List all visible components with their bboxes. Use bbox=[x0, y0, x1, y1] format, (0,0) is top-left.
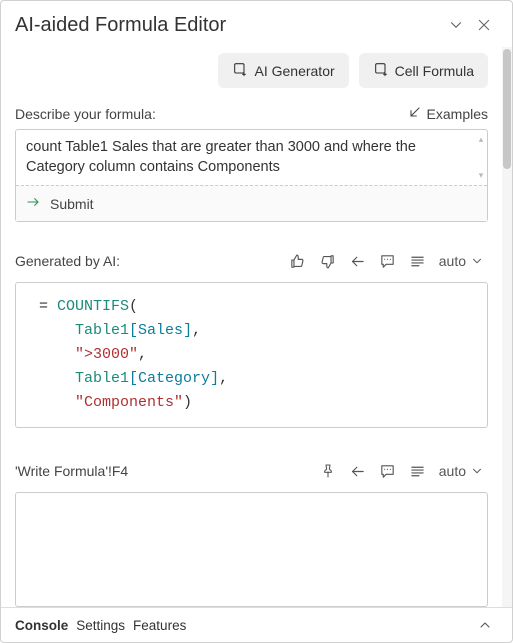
submit-button[interactable]: Submit bbox=[16, 185, 487, 221]
submit-arrow-icon bbox=[26, 194, 42, 213]
auto-dropdown[interactable]: auto bbox=[435, 253, 488, 269]
ai-generator-label: AI Generator bbox=[254, 63, 334, 79]
top-toolbar: AI Generator Cell Formula bbox=[15, 53, 488, 88]
format-button-2[interactable] bbox=[405, 458, 431, 484]
tab-features[interactable]: Features bbox=[133, 618, 186, 633]
examples-label: Examples bbox=[427, 106, 488, 122]
footer-tabs: Console Settings Features bbox=[1, 607, 512, 642]
comment-button[interactable] bbox=[375, 248, 401, 274]
content-wrap: AI Generator Cell Formula Describe your … bbox=[1, 47, 512, 607]
close-button[interactable] bbox=[470, 11, 498, 39]
tab-console[interactable]: Console bbox=[15, 618, 68, 633]
textarea-scroll[interactable]: ▴ ▾ bbox=[477, 134, 485, 181]
thumbs-up-button[interactable] bbox=[285, 248, 311, 274]
describe-input-box: count Table1 Sales that are greater than… bbox=[15, 129, 488, 222]
generated-code[interactable]: = COUNTIFS( Table1[Sales], ">3000", Tabl… bbox=[15, 282, 488, 428]
scrollbar-thumb[interactable] bbox=[503, 49, 511, 169]
chevron-down-icon-2 bbox=[470, 464, 484, 478]
examples-arrow-icon bbox=[407, 104, 423, 123]
window-title: AI-aided Formula Editor bbox=[15, 14, 442, 37]
scroll-up-icon: ▴ bbox=[479, 134, 484, 145]
content: AI Generator Cell Formula Describe your … bbox=[1, 47, 502, 607]
back-button-2[interactable] bbox=[345, 458, 371, 484]
chevron-down-icon bbox=[470, 254, 484, 268]
ai-generator-button[interactable]: AI Generator bbox=[218, 53, 348, 88]
generated-label: Generated by AI: bbox=[15, 253, 281, 269]
scroll-down-icon: ▾ bbox=[479, 170, 484, 181]
comment-button-2[interactable] bbox=[375, 458, 401, 484]
cell-formula-icon bbox=[373, 61, 389, 80]
collapse-button[interactable] bbox=[442, 11, 470, 39]
titlebar: AI-aided Formula Editor bbox=[1, 1, 512, 47]
target-formula-box[interactable] bbox=[15, 492, 488, 607]
vertical-scrollbar[interactable] bbox=[502, 47, 512, 607]
cell-formula-button[interactable]: Cell Formula bbox=[359, 53, 488, 88]
describe-header: Describe your formula: Examples bbox=[15, 104, 488, 123]
pin-button[interactable] bbox=[315, 458, 341, 484]
target-label: 'Write Formula'!F4 bbox=[15, 463, 311, 479]
thumbs-down-button[interactable] bbox=[315, 248, 341, 274]
cell-formula-label: Cell Formula bbox=[395, 63, 474, 79]
describe-textarea[interactable]: count Table1 Sales that are greater than… bbox=[16, 130, 487, 185]
back-button[interactable] bbox=[345, 248, 371, 274]
auto-dropdown-2[interactable]: auto bbox=[435, 463, 488, 479]
submit-label: Submit bbox=[50, 196, 94, 212]
generated-header: Generated by AI: auto bbox=[15, 248, 488, 274]
tab-settings[interactable]: Settings bbox=[76, 618, 125, 633]
auto-label-2: auto bbox=[439, 463, 466, 479]
target-header: 'Write Formula'!F4 auto bbox=[15, 458, 488, 484]
examples-link[interactable]: Examples bbox=[407, 104, 488, 123]
footer-chevron-up[interactable] bbox=[472, 612, 498, 638]
format-button[interactable] bbox=[405, 248, 431, 274]
fn-name: COUNTIFS bbox=[57, 298, 129, 315]
ai-generator-icon bbox=[232, 61, 248, 80]
auto-label: auto bbox=[439, 253, 466, 269]
describe-label: Describe your formula: bbox=[15, 106, 156, 122]
